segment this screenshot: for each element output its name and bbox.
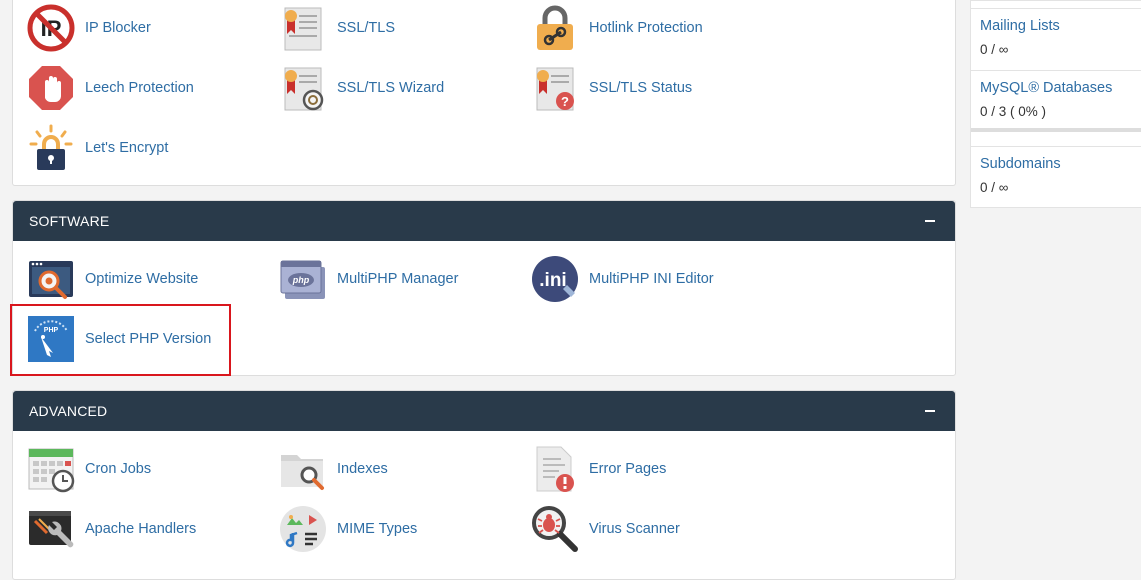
stat-subdomains: Subdomains 0 / ∞ [971,156,1141,195]
stat-mysql-databases: MySQL® Databases 0 / 3 ( 0% ) [971,80,1141,119]
collapse-icon[interactable] [925,220,935,222]
mysql-databases-value: 0 / 3 ( 0% ) [980,104,1047,119]
stat-separator [971,8,1141,9]
ip-blocker-label: IP Blocker [85,20,151,36]
ssl-tls-status-label: SSL/TLS Status [589,80,693,96]
svg-text:?: ? [561,94,569,109]
virus-scanner-label: Virus Scanner [589,521,680,537]
software-title: SOFTWARE [29,213,110,229]
stat-separator [971,146,1141,147]
certificate-question-icon: ? [531,64,579,112]
advanced-header[interactable]: ADVANCED [13,391,955,431]
indexes-label: Indexes [337,461,388,477]
certificate-wizard-icon [279,64,327,112]
ssl-tls-wizard-label: SSL/TLS Wizard [337,80,445,96]
leech-protection-link[interactable]: Leech Protection [27,64,194,112]
svg-text:php: php [292,275,310,285]
stat-mailing-lists: Mailing Lists 0 / ∞ [971,18,1141,57]
mysql-databases-link[interactable]: MySQL® Databases [980,80,1141,96]
ip-blocker-link[interactable]: IP IP Blocker [27,4,151,52]
indexes-link[interactable]: Indexes [279,445,388,493]
mime-types-label: MIME Types [337,521,418,537]
ip-blocker-icon: IP [27,4,75,52]
lets-encrypt-link[interactable]: Let's Encrypt [27,124,168,172]
multiphp-ini-editor-link[interactable]: .ini MultiPHP INI Editor [531,255,714,303]
hotlink-protection-label: Hotlink Protection [589,20,703,36]
error-pages-link[interactable]: Error Pages [531,445,666,493]
error-pages-label: Error Pages [589,461,667,477]
cron-jobs-label: Cron Jobs [85,461,152,477]
cron-jobs-link[interactable]: Cron Jobs [27,445,151,493]
calendar-clock-icon [27,445,75,493]
optimize-website-link[interactable]: Optimize Website [27,255,198,303]
media-types-icon [279,505,327,553]
mailing-lists-value: 0 / ∞ [980,42,1009,57]
leech-protection-label: Leech Protection [85,80,194,96]
multiphp-manager-link[interactable]: php MultiPHP Manager [279,255,458,303]
svg-text:.ini: .ini [539,270,566,291]
bug-magnifier-icon [531,505,579,553]
security-panel: IP IP Blocker SSL/TLS Hotlink Protection… [12,0,956,186]
document-error-icon [531,445,579,493]
subdomains-link[interactable]: Subdomains [980,156,1141,172]
ssl-tls-status-link[interactable]: ? SSL/TLS Status [531,64,692,112]
apache-handlers-link[interactable]: Apache Handlers [27,505,196,553]
optimize-website-label: Optimize Website [85,271,199,287]
subdomains-value: 0 / ∞ [980,180,1009,195]
certificate-icon [279,4,327,52]
highlight-box [10,304,231,376]
advanced-title: ADVANCED [29,403,108,419]
lock-bulb-icon [27,124,75,172]
ssl-tls-label: SSL/TLS [337,20,396,36]
virus-scanner-link[interactable]: Virus Scanner [531,505,680,553]
collapse-icon[interactable] [925,410,935,412]
advanced-panel: ADVANCED Cron Jobs Indexes Error Pages A… [12,390,956,580]
apache-handlers-label: Apache Handlers [85,521,197,537]
stop-hand-icon [27,64,75,112]
stats-sidebar: Mailing Lists 0 / ∞ MySQL® Databases 0 /… [970,0,1141,208]
optimize-website-icon [27,255,75,303]
lets-encrypt-label: Let's Encrypt [85,140,169,156]
php-window-icon: php [279,255,327,303]
ini-editor-icon: .ini [531,255,579,303]
folder-search-icon [279,445,327,493]
mysql-usage-bar [971,128,1141,132]
padlock-link-icon [531,4,579,52]
multiphp-manager-label: MultiPHP Manager [337,271,459,287]
ssl-tls-wizard-link[interactable]: SSL/TLS Wizard [279,64,444,112]
mime-types-link[interactable]: MIME Types [279,505,417,553]
stat-separator [971,70,1141,71]
ssl-tls-link[interactable]: SSL/TLS [279,4,395,52]
software-header[interactable]: SOFTWARE [13,201,955,241]
hotlink-protection-link[interactable]: Hotlink Protection [531,4,703,52]
terminal-wrench-icon [27,505,75,553]
mailing-lists-link[interactable]: Mailing Lists [980,18,1141,34]
multiphp-ini-editor-label: MultiPHP INI Editor [589,271,714,287]
